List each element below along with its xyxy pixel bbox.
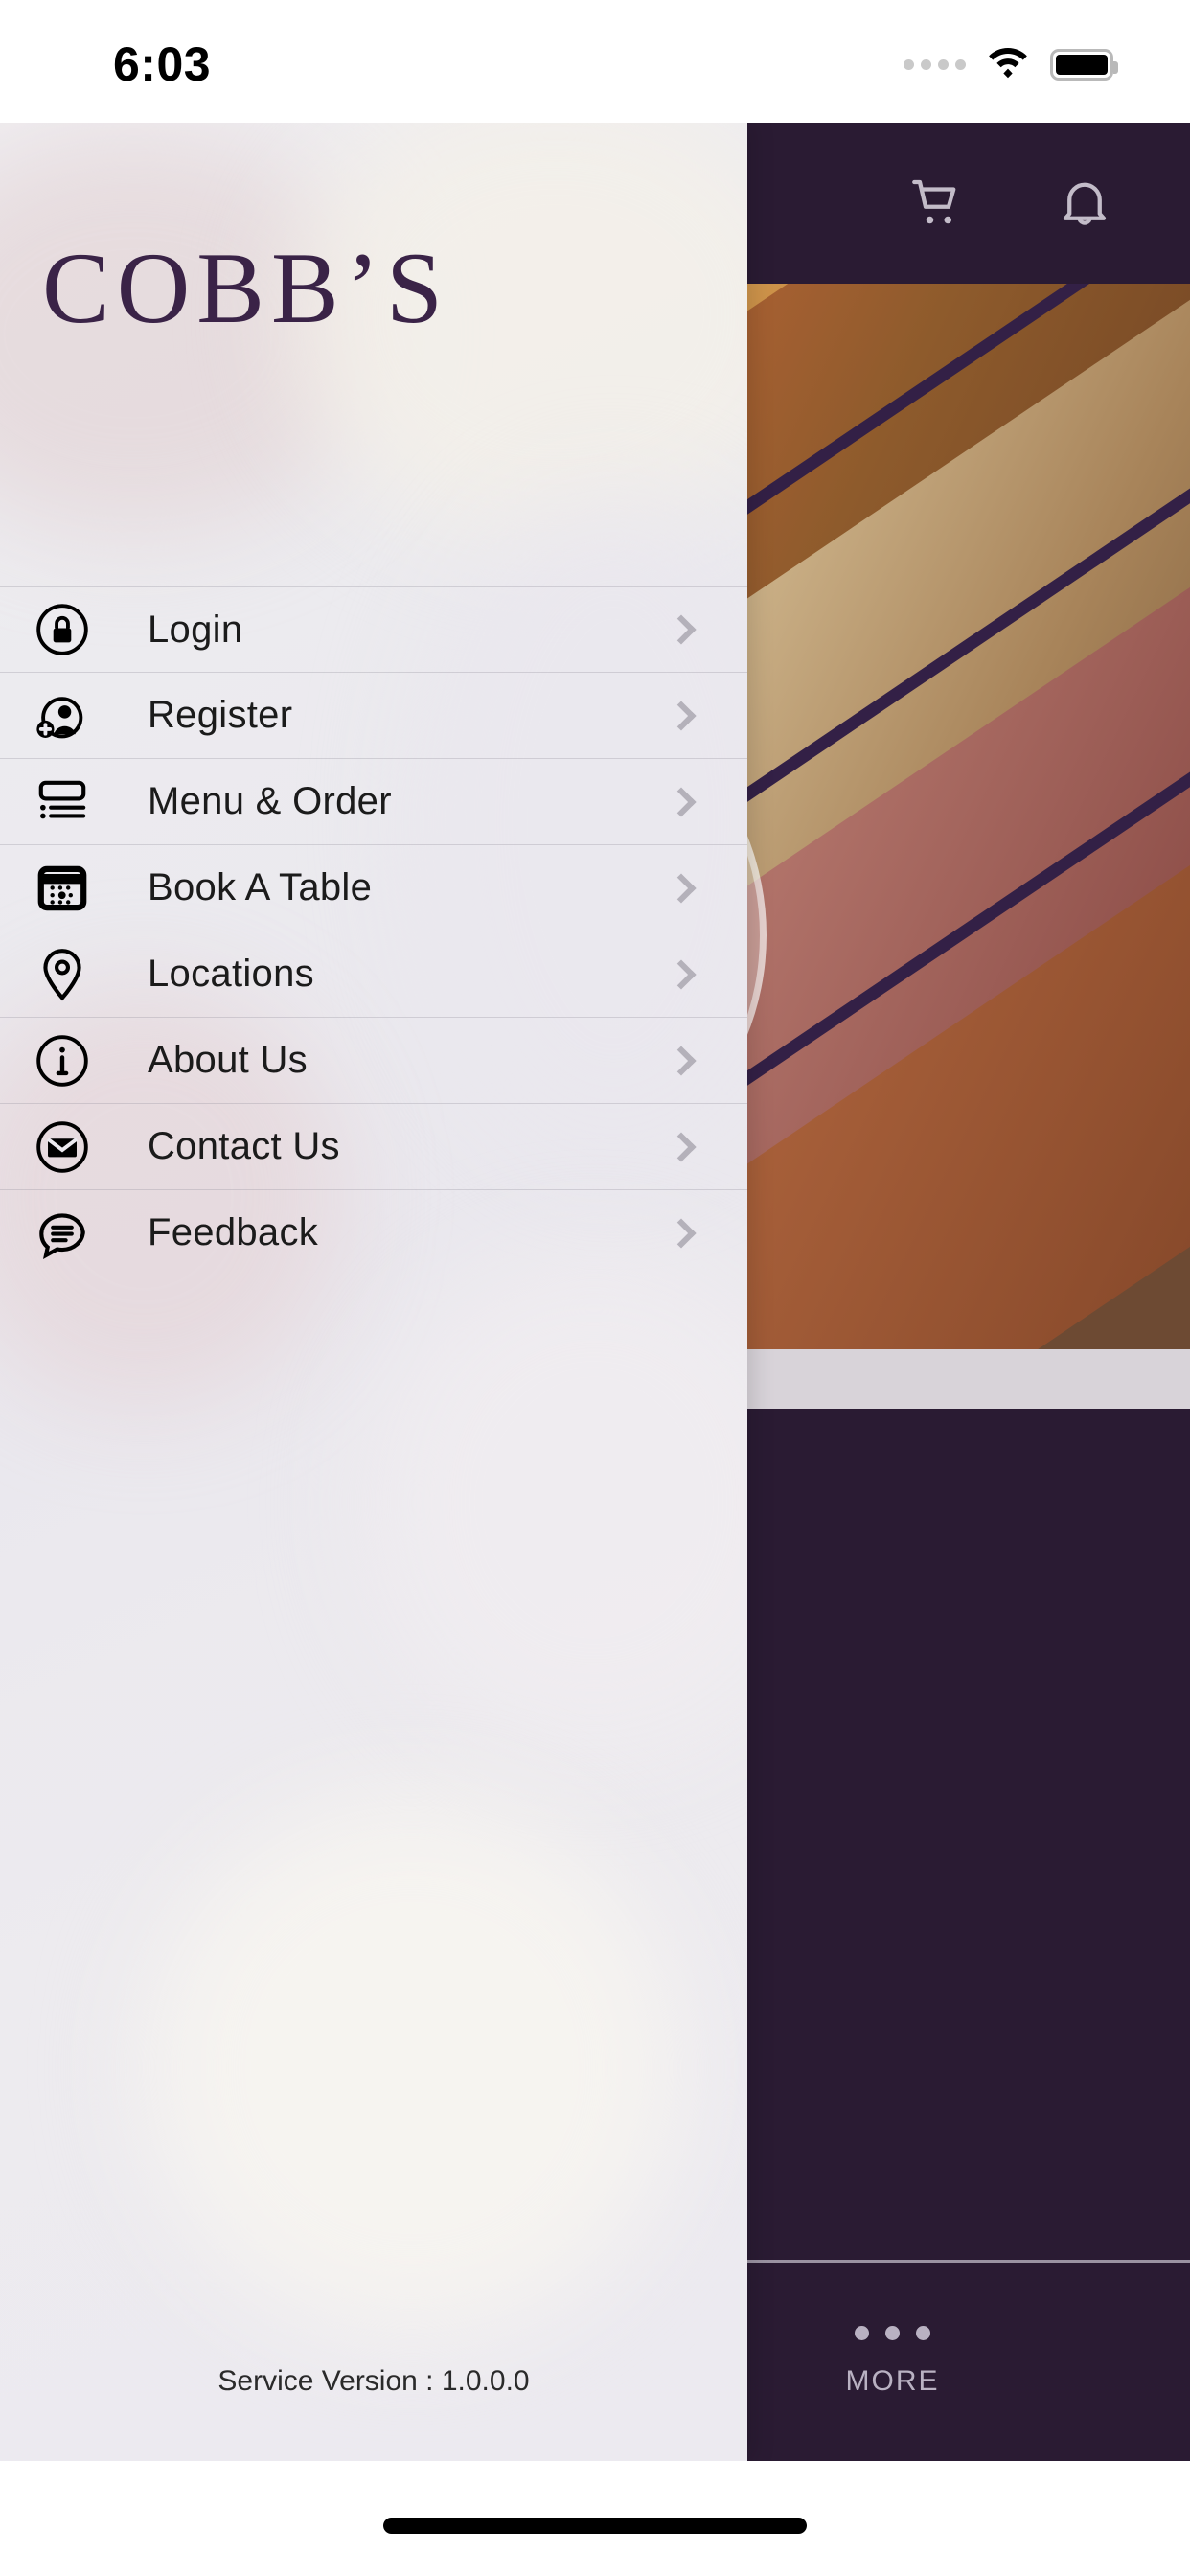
info-circle-icon [33,1031,121,1091]
drawer-bg-texture [144,1800,680,2336]
chevron-right-icon [666,958,697,990]
sidebar-item-book-a-table[interactable]: Book A Table [0,845,747,932]
envelope-circle-icon [33,1117,121,1177]
drawer-bg-texture [364,1254,747,1752]
sidebar-item-menu-order[interactable]: Menu & Order [0,759,747,845]
sidebar-item-label: About Us [148,1039,308,1081]
sidebar-item-label: Login [148,608,243,651]
status-bar: 6:03 [0,0,1190,123]
battery-full-icon [1050,49,1118,80]
sidebar-item-register[interactable]: Register [0,673,747,759]
chevron-right-icon [666,1045,697,1076]
sidebar-item-login[interactable]: Login [0,586,747,673]
notification-bell-icon[interactable] [1048,167,1121,240]
list-menu-icon [33,772,121,832]
person-add-icon [33,686,121,746]
sidebar-item-label: Menu & Order [148,780,392,822]
sidebar-item-about-us[interactable]: About Us [0,1018,747,1104]
chevron-right-icon [666,786,697,817]
home-indicator[interactable] [383,2518,807,2534]
chat-bubble-icon [33,1204,121,1263]
status-indicators [904,46,1118,83]
signal-dots-icon [904,59,966,70]
sidebar-item-label: Register [148,694,293,736]
tab-more-label: MORE [845,2365,940,2397]
sidebar-item-label: Locations [148,953,314,995]
map-pin-icon [33,945,121,1004]
phone-screen: 'S TIONS MORE [0,0,1190,2576]
calendar-dots-icon [33,859,121,918]
chevron-right-icon [666,700,697,731]
status-time: 6:03 [113,37,212,91]
chevron-right-icon [666,872,697,904]
chevron-right-icon [666,1217,697,1249]
sidebar-item-label: Contact Us [148,1125,340,1167]
home-indicator-area [0,2461,1190,2576]
chevron-right-icon [666,614,697,645]
service-version-label: Service Version : 1.0.0.0 [217,2365,530,2397]
navigation-drawer: COBB’S Login Register Menu & Order Book … [0,123,747,2461]
wifi-icon [987,46,1029,83]
more-dots-icon [855,2326,930,2340]
drawer-menu-list: Login Register Menu & Order Book A Table… [0,586,747,1276]
sidebar-item-label: Book A Table [148,866,373,908]
drawer-logo: COBB’S [42,232,449,344]
shopping-cart-icon[interactable] [901,167,973,240]
lock-circle-icon [33,600,121,659]
sidebar-item-contact-us[interactable]: Contact Us [0,1104,747,1190]
sidebar-item-feedback[interactable]: Feedback [0,1190,747,1276]
sidebar-item-locations[interactable]: Locations [0,932,747,1018]
chevron-right-icon [666,1131,697,1162]
sidebar-item-label: Feedback [148,1211,319,1254]
